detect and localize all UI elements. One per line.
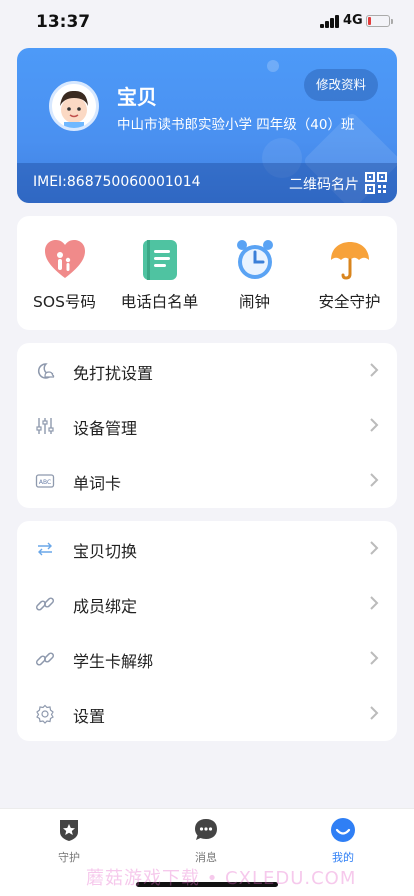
profile-smile-icon bbox=[331, 818, 355, 842]
tab-messages[interactable]: 消息 bbox=[166, 817, 246, 865]
qr-card-label[interactable]: 二维码名片 bbox=[289, 174, 359, 194]
watermark: 蘑菇游戏下载 • CXLEDU.COM bbox=[86, 868, 357, 889]
tab-label: 守护 bbox=[58, 851, 80, 864]
menu-group-2: 宝贝切换 成员绑定 学生卡解绑 设置 bbox=[17, 521, 397, 741]
alarm-clock-icon bbox=[236, 240, 273, 279]
tab-mine[interactable]: 我的 bbox=[303, 817, 383, 865]
chevron-right-icon bbox=[370, 363, 379, 377]
card-footer: IMEI:868750060001014 二维码名片 bbox=[17, 163, 397, 203]
quick-label: 闹钟 bbox=[238, 293, 270, 311]
chat-bubble-icon bbox=[195, 819, 217, 840]
tab-label: 我的 bbox=[332, 851, 354, 864]
avatar[interactable] bbox=[49, 81, 99, 131]
quick-safety[interactable]: 安全守护 bbox=[302, 216, 397, 330]
quick-whitelist[interactable]: 电话白名单 bbox=[112, 216, 207, 330]
signal-icon bbox=[320, 15, 340, 28]
quick-sos[interactable]: SOS号码 bbox=[17, 216, 112, 330]
shield-star-icon bbox=[60, 820, 78, 841]
baby-name: 宝贝 bbox=[117, 85, 157, 109]
menu-label: 学生卡解绑 bbox=[73, 652, 154, 671]
abc-card-icon: ABC bbox=[35, 474, 55, 488]
chevron-right-icon bbox=[370, 541, 379, 555]
unlink-icon bbox=[35, 652, 55, 666]
menu-label: 设备管理 bbox=[73, 419, 138, 438]
menu-label: 免打扰设置 bbox=[73, 364, 154, 383]
menu-group-1: 免打扰设置 设备管理 ABC 单词卡 bbox=[17, 343, 397, 508]
status-bar: 13:37 4G bbox=[0, 0, 414, 44]
menu-item-member-bind[interactable]: 成员绑定 bbox=[17, 576, 397, 631]
chevron-right-icon bbox=[370, 473, 379, 487]
menu-label: 设置 bbox=[73, 707, 106, 726]
qr-code-icon[interactable] bbox=[365, 172, 387, 194]
menu-label: 单词卡 bbox=[73, 474, 122, 493]
umbrella-icon bbox=[330, 242, 369, 280]
quick-label: 电话白名单 bbox=[120, 293, 199, 311]
menu-item-unbind-card[interactable]: 学生卡解绑 bbox=[17, 631, 397, 686]
moon-cloud-icon bbox=[37, 363, 55, 379]
chevron-right-icon bbox=[370, 596, 379, 610]
sliders-icon bbox=[36, 418, 54, 434]
menu-item-dnd[interactable]: 免打扰设置 bbox=[17, 343, 397, 398]
link-icon bbox=[35, 597, 55, 611]
chevron-right-icon bbox=[370, 418, 379, 432]
menu-item-wordcard[interactable]: ABC 单词卡 bbox=[17, 453, 397, 508]
quick-actions: SOS号码 电话白名单 闹钟 安全守护 bbox=[17, 216, 397, 330]
quick-alarm[interactable]: 闹钟 bbox=[207, 216, 302, 330]
swap-arrows-icon bbox=[38, 542, 52, 556]
phonebook-icon bbox=[142, 240, 177, 280]
status-time: 13:37 bbox=[36, 12, 91, 32]
menu-label: 成员绑定 bbox=[73, 597, 138, 616]
menu-item-settings[interactable]: 设置 bbox=[17, 686, 397, 741]
gear-icon bbox=[36, 704, 54, 724]
menu-label: 宝贝切换 bbox=[73, 542, 138, 561]
edit-profile-button[interactable]: 修改资料 bbox=[304, 69, 378, 101]
menu-item-switch-baby[interactable]: 宝贝切换 bbox=[17, 521, 397, 576]
network-type: 4G bbox=[343, 13, 363, 28]
battery-icon bbox=[366, 15, 393, 27]
chevron-right-icon bbox=[370, 651, 379, 665]
heart-family-icon bbox=[44, 240, 85, 278]
profile-card: 宝贝 中山市读书郎实验小学 四年级（40）班 修改资料 IMEI:8687500… bbox=[17, 48, 397, 203]
menu-item-device[interactable]: 设备管理 bbox=[17, 398, 397, 453]
quick-label: 安全守护 bbox=[318, 293, 381, 311]
imei-text: IMEI:868750060001014 bbox=[33, 174, 201, 190]
chevron-right-icon bbox=[370, 706, 379, 720]
school-info: 中山市读书郎实验小学 四年级（40）班 bbox=[117, 117, 355, 133]
svg-text:ABC: ABC bbox=[39, 479, 51, 486]
tab-label: 消息 bbox=[195, 851, 217, 864]
tab-guard[interactable]: 守护 bbox=[29, 817, 109, 865]
quick-label: SOS号码 bbox=[33, 293, 96, 311]
